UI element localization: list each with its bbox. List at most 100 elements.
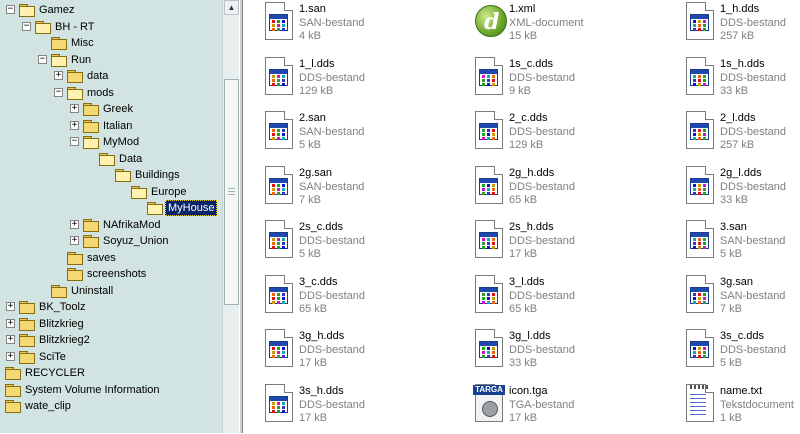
collapse-minus-icon[interactable]: − [54, 87, 63, 97]
tree-item-gamez[interactable]: − Gamez [0, 2, 222, 18]
file-item[interactable]: 1_l.dds DDS-bestand 129 kB [253, 55, 453, 107]
file-item[interactable]: name.txt Tekstdocument 1 kB [674, 382, 800, 434]
tree-item-label: SciTe [39, 350, 66, 363]
file-item[interactable]: 3.san SAN-bestand 5 kB [674, 218, 800, 270]
tree-item-system-volume-information[interactable]: System Volume Information [0, 382, 222, 398]
file-item[interactable]: TARGA icon.tga TGA-bestand 17 kB [463, 382, 663, 434]
file-name: 1.xml [509, 3, 536, 15]
file-item[interactable]: 2_l.dds DDS-bestand 257 kB [674, 109, 800, 161]
file-item[interactable]: 2s_c.dds DDS-bestand 5 kB [253, 218, 453, 270]
file-item[interactable]: d 1.xml XML-document 15 kB [463, 0, 663, 52]
tree-item-mods[interactable]: − mods [0, 85, 222, 101]
tree-item-bh-rt[interactable]: − BH - RT [0, 19, 222, 35]
file-item[interactable]: 3s_c.dds DDS-bestand 5 kB [674, 327, 800, 379]
folder-icon [19, 350, 35, 364]
file-type: SAN-bestand [720, 235, 786, 247]
expand-plus-icon[interactable]: + [6, 351, 15, 361]
file-item[interactable]: 3g_h.dds DDS-bestand 17 kB [253, 327, 453, 379]
tree-item-greek[interactable]: + Greek [0, 101, 222, 117]
tree-item-myhouse[interactable]: MyHouse [0, 200, 222, 216]
file-item[interactable]: 3_l.dds DDS-bestand 65 kB [463, 273, 663, 325]
file-size: 15 kB [509, 30, 538, 42]
file-item[interactable]: 1s_h.dds DDS-bestand 33 kB [674, 55, 800, 107]
tree-item-bk-toolz[interactable]: + BK_Toolz [0, 299, 222, 315]
tree-item-data[interactable]: + data [0, 68, 222, 84]
expand-plus-icon[interactable]: + [70, 219, 79, 229]
open-folder-icon [67, 86, 83, 100]
tree-item-mymod[interactable]: − MyMod [0, 134, 222, 150]
expand-plus-icon[interactable]: + [54, 71, 63, 80]
file-item[interactable]: 3g_l.dds DDS-bestand 33 kB [463, 327, 663, 379]
tree-item-soyuz-union[interactable]: + Soyuz_Union [0, 233, 222, 249]
file-name: 3.san [720, 221, 747, 233]
tree-item-label: Blitzkrieg [39, 317, 84, 330]
folder-icon [83, 103, 99, 116]
tree-item-label: screenshots [87, 268, 147, 280]
file-item[interactable]: 2.san SAN-bestand 5 kB [253, 109, 453, 161]
tree-item-label: MyMod [103, 136, 140, 148]
file-type: DDS-bestand [509, 71, 576, 84]
file-type: DDS-bestand [509, 344, 576, 356]
folder-icon [5, 400, 21, 413]
tree-scrollbar[interactable]: ▲ [222, 0, 240, 433]
file-size: 33 kB [720, 84, 749, 97]
tree-item-label: BH - RT [55, 20, 95, 33]
tree-item-label: NAfrikaMod [103, 218, 161, 231]
expand-plus-icon[interactable]: + [6, 335, 15, 344]
tree-item-uninstall[interactable]: Uninstall [0, 283, 222, 299]
file-type: DDS-bestand [299, 235, 366, 247]
tree-item-buildings[interactable]: Buildings [0, 167, 222, 183]
collapse-minus-icon[interactable]: − [22, 21, 31, 31]
tree-item-misc[interactable]: Misc [0, 35, 222, 51]
file-name: 3_l.dds [509, 275, 545, 288]
expand-plus-icon[interactable]: + [70, 104, 79, 113]
expand-plus-icon[interactable]: + [6, 318, 15, 328]
file-type: DDS-bestand [299, 344, 366, 356]
file-size: 1 kB [720, 411, 743, 424]
expand-plus-icon[interactable]: + [70, 120, 79, 130]
file-item[interactable]: 1.san SAN-bestand 4 kB [253, 0, 453, 52]
tree-item-label: mods [87, 86, 114, 99]
tree-item-scite[interactable]: + SciTe [0, 349, 222, 365]
file-item[interactable]: 2g_h.dds DDS-bestand 65 kB [463, 164, 663, 216]
scrollbar-thumb[interactable] [224, 79, 239, 305]
file-item[interactable]: 3_c.dds DDS-bestand 65 kB [253, 273, 453, 325]
file-item[interactable]: 2_c.dds DDS-bestand 129 kB [463, 109, 663, 161]
scroll-up-arrow-icon[interactable]: ▲ [224, 0, 239, 15]
tree-item-nafrikamod[interactable]: + NAfrikaMod [0, 217, 222, 233]
tree-item-europe[interactable]: Europe [0, 184, 222, 200]
expand-plus-icon[interactable]: + [70, 236, 79, 245]
tree-item-wate-clip[interactable]: wate_clip [0, 398, 222, 414]
file-type: DDS-bestand [509, 289, 576, 302]
tree-item-recycler[interactable]: RECYCLER [0, 365, 222, 381]
file-item[interactable]: 2g_l.dds DDS-bestand 33 kB [674, 164, 800, 216]
tree-item-label: Misc [71, 37, 94, 49]
tree-item-label: RECYCLER [25, 367, 85, 379]
file-name: 2g.san [299, 166, 333, 179]
file-item[interactable]: 1_h.dds DDS-bestand 257 kB [674, 0, 800, 52]
file-item[interactable]: 3g.san SAN-bestand 7 kB [674, 273, 800, 325]
expand-plus-icon[interactable]: + [6, 302, 15, 311]
tree-item-data[interactable]: Data [0, 151, 222, 167]
file-size: 5 kB [299, 248, 322, 260]
file-item[interactable]: 2g.san SAN-bestand 7 kB [253, 164, 453, 216]
tree-item-italian[interactable]: + Italian [0, 118, 222, 134]
file-name: 1s_c.dds [509, 57, 554, 70]
file-type: DDS-bestand [720, 126, 787, 138]
collapse-minus-icon[interactable]: − [38, 54, 47, 64]
file-name: 1.san [299, 3, 326, 15]
file-size: 65 kB [509, 302, 538, 315]
tree-item-saves[interactable]: saves [0, 250, 222, 266]
tree-item-blitzkrieg[interactable]: + Blitzkrieg [0, 316, 222, 332]
file-item[interactable]: 1s_c.dds DDS-bestand 9 kB [463, 55, 663, 107]
file-type: DDS-bestand [299, 398, 366, 411]
file-item[interactable]: 3s_h.dds DDS-bestand 17 kB [253, 382, 453, 434]
file-size: 65 kB [509, 193, 538, 206]
collapse-minus-icon[interactable]: − [6, 5, 15, 14]
collapse-minus-icon[interactable]: − [70, 137, 79, 146]
tree-item-screenshots[interactable]: screenshots [0, 266, 222, 282]
tree-item-blitzkrieg2[interactable]: + Blitzkrieg2 [0, 332, 222, 348]
file-item[interactable]: 2s_h.dds DDS-bestand 17 kB [463, 218, 663, 270]
tree-item-run[interactable]: − Run [0, 52, 222, 68]
xml-document-icon: d [473, 2, 507, 42]
